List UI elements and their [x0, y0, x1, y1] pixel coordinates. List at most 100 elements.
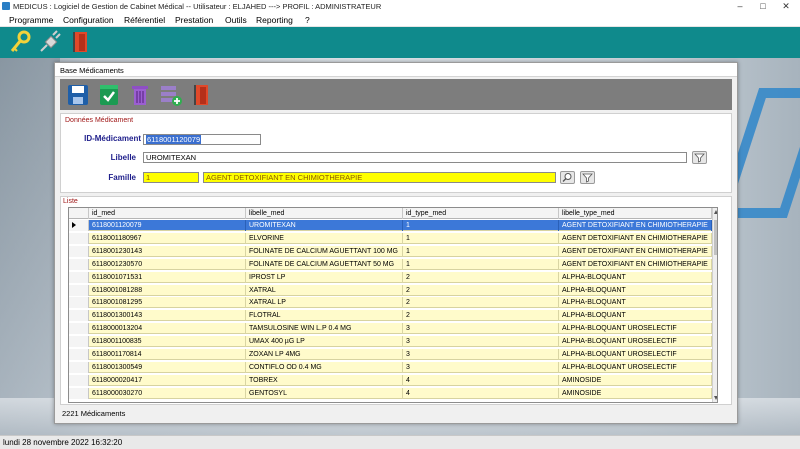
- menu-reporting[interactable]: Reporting: [256, 15, 293, 25]
- cell-libelle-type-med[interactable]: AMINOSIDE: [559, 374, 712, 386]
- table-row[interactable]: 6118001300549 CONTIFLO OD 0.4 MG 3 ALPHA-BL…: [69, 361, 712, 373]
- menu-outils[interactable]: Outils: [225, 15, 247, 25]
- cell-libelle-med[interactable]: FOLINATE DE CALCIUM AGUETTANT 100 MG: [246, 245, 403, 257]
- cell-libelle-med[interactable]: ZOXAN LP 4MG: [246, 349, 403, 360]
- cell-id-med[interactable]: 6118001120079: [89, 220, 246, 231]
- cell-libelle-med[interactable]: TAMSULOSINE WIN L.P 0.4 MG: [246, 323, 403, 335]
- plug-icon[interactable]: [38, 30, 62, 54]
- exit-door-icon[interactable]: [70, 30, 94, 54]
- cell-libelle-med[interactable]: GENTOSYL: [246, 387, 403, 399]
- cell-libelle-type-med[interactable]: ALPHA-BLOQUANT: [559, 297, 712, 309]
- cell-libelle-med[interactable]: FLOTRAL: [246, 310, 403, 322]
- column-header-libelle-med[interactable]: libelle_med: [246, 208, 403, 219]
- cell-libelle-med[interactable]: ELVORINE: [246, 232, 403, 244]
- cell-id-med[interactable]: 6118001230143: [89, 245, 246, 257]
- cell-id-med[interactable]: 6118001170814: [89, 349, 246, 360]
- table-row[interactable]: 6118001081295 XATRAL LP 2 ALPHA-BLOQUANT: [69, 297, 712, 309]
- row-indicator[interactable]: [69, 336, 89, 348]
- cell-id-type-med[interactable]: 4: [403, 374, 559, 386]
- row-indicator[interactable]: [69, 258, 89, 270]
- table-row[interactable]: 6118000030270 GENTOSYL 4 AMINOSIDE: [69, 387, 712, 399]
- famille-code-field[interactable]: 1: [143, 172, 199, 183]
- cell-id-type-med[interactable]: 2: [403, 284, 559, 296]
- cell-id-med[interactable]: 6118001081295: [89, 297, 246, 309]
- add-list-icon[interactable]: [159, 83, 183, 107]
- maximize-button[interactable]: □: [752, 0, 774, 13]
- cell-libelle-type-med[interactable]: ALPHA-BLOQUANT UROSELECTIF: [559, 336, 712, 348]
- grid-vertical-scrollbar[interactable]: [712, 208, 717, 402]
- table-row[interactable]: 6118001230143 FOLINATE DE CALCIUM AGUETTA…: [69, 245, 712, 257]
- table-row[interactable]: 6118001180967 ELVORINE 1 AGENT DETOXIFIANT …: [69, 232, 712, 244]
- cell-libelle-type-med[interactable]: ALPHA-BLOQUANT: [559, 271, 712, 283]
- scroll-up-arrow-icon[interactable]: [714, 210, 717, 214]
- cell-id-med[interactable]: 6118000030270: [89, 387, 246, 399]
- table-row[interactable]: 6118001230570 FOLINATE DE CALCIUM AGUETTA…: [69, 258, 712, 270]
- cell-libelle-med[interactable]: TOBREX: [246, 374, 403, 386]
- cell-id-type-med[interactable]: 3: [403, 323, 559, 335]
- cell-libelle-type-med[interactable]: AGENT DETOXIFIANT EN CHIMIOTHERAPIE: [559, 220, 712, 231]
- cell-id-type-med[interactable]: 1: [403, 245, 559, 257]
- cell-id-med[interactable]: 6118001230570: [89, 258, 246, 270]
- table-row[interactable]: 6118001081288 XATRAL 2 ALPHA-BLOQUANT: [69, 284, 712, 296]
- cell-id-med[interactable]: 6118000013204: [89, 323, 246, 335]
- cell-id-type-med[interactable]: 3: [403, 336, 559, 348]
- cell-id-med[interactable]: 6118001300549: [89, 361, 246, 373]
- cell-id-type-med[interactable]: 3: [403, 361, 559, 373]
- validate-icon[interactable]: [97, 83, 121, 107]
- row-indicator[interactable]: [69, 245, 89, 257]
- cell-id-med[interactable]: 6118001100835: [89, 336, 246, 348]
- search-famille-button[interactable]: [560, 171, 575, 184]
- cell-libelle-med[interactable]: UROMITEXAN: [246, 220, 403, 231]
- menu-programme[interactable]: Programme: [9, 15, 53, 25]
- cell-libelle-med[interactable]: IPROST LP: [246, 271, 403, 283]
- cell-id-type-med[interactable]: 1: [403, 258, 559, 270]
- menu-prestation[interactable]: Prestation: [175, 15, 213, 25]
- filter-famille-button[interactable]: [580, 171, 595, 184]
- cell-id-type-med[interactable]: 3: [403, 349, 559, 360]
- famille-name-field[interactable]: AGENT DETOXIFIANT EN CHIMIOTHERAPIE: [203, 172, 556, 183]
- cell-id-type-med[interactable]: 2: [403, 297, 559, 309]
- filter-libelle-button[interactable]: [692, 151, 707, 164]
- minimize-button[interactable]: –: [729, 0, 751, 13]
- cell-id-type-med[interactable]: 2: [403, 271, 559, 283]
- row-indicator[interactable]: [69, 387, 89, 399]
- cell-id-med[interactable]: 6118000020417: [89, 374, 246, 386]
- cell-libelle-type-med[interactable]: ALPHA-BLOQUANT: [559, 310, 712, 322]
- cell-libelle-type-med[interactable]: AGENT DETOXIFIANT EN CHIMIOTHERAPIE: [559, 258, 712, 270]
- cell-id-type-med[interactable]: 4: [403, 387, 559, 399]
- row-indicator[interactable]: [69, 349, 89, 360]
- row-indicator[interactable]: [69, 232, 89, 244]
- cell-libelle-type-med[interactable]: ALPHA-BLOQUANT UROSELECTIF: [559, 349, 712, 360]
- cell-id-med[interactable]: 6118001300143: [89, 310, 246, 322]
- cell-libelle-med[interactable]: FOLINATE DE CALCIUM AGUETTANT 50 MG: [246, 258, 403, 270]
- table-row[interactable]: 6118000020417 TOBREX 4 AMINOSIDE: [69, 374, 712, 386]
- row-indicator[interactable]: [69, 323, 89, 335]
- cell-id-type-med[interactable]: 2: [403, 310, 559, 322]
- cell-libelle-type-med[interactable]: ALPHA-BLOQUANT: [559, 284, 712, 296]
- row-indicator[interactable]: [69, 220, 89, 231]
- table-row[interactable]: 6118001071531 IPROST LP 2 ALPHA-BLOQUANT: [69, 271, 712, 283]
- row-indicator[interactable]: [69, 374, 89, 386]
- delete-icon[interactable]: [128, 83, 152, 107]
- exit-door-icon[interactable]: [191, 83, 215, 107]
- table-row[interactable]: 6118001170814 ZOXAN LP 4MG 3 ALPHA-BLOQUANT…: [69, 349, 712, 360]
- scroll-down-arrow-icon[interactable]: [714, 396, 717, 400]
- table-row[interactable]: 6118000013204 TAMSULOSINE WIN L.P 0.4 MG 3…: [69, 323, 712, 335]
- row-indicator[interactable]: [69, 361, 89, 373]
- column-header-id-med[interactable]: id_med: [89, 208, 246, 219]
- cell-libelle-med[interactable]: XATRAL LP: [246, 297, 403, 309]
- cell-libelle-med[interactable]: CONTIFLO OD 0.4 MG: [246, 361, 403, 373]
- cell-id-type-med[interactable]: 1: [403, 220, 559, 231]
- cell-libelle-type-med[interactable]: ALPHA-BLOQUANT UROSELECTIF: [559, 323, 712, 335]
- menu-help[interactable]: ?: [305, 15, 310, 25]
- cell-id-type-med[interactable]: 1: [403, 232, 559, 244]
- row-indicator[interactable]: [69, 297, 89, 309]
- key-icon[interactable]: [9, 30, 33, 54]
- menu-referentiel[interactable]: Référentiel: [124, 15, 165, 25]
- column-header-id-type-med[interactable]: id_type_med: [403, 208, 559, 219]
- libelle-field[interactable]: UROMITEXAN: [143, 152, 687, 163]
- cell-id-med[interactable]: 6118001081288: [89, 284, 246, 296]
- scroll-thumb[interactable]: [714, 220, 717, 255]
- row-indicator[interactable]: [69, 284, 89, 296]
- id-medicament-field[interactable]: 6118001120079: [143, 134, 261, 145]
